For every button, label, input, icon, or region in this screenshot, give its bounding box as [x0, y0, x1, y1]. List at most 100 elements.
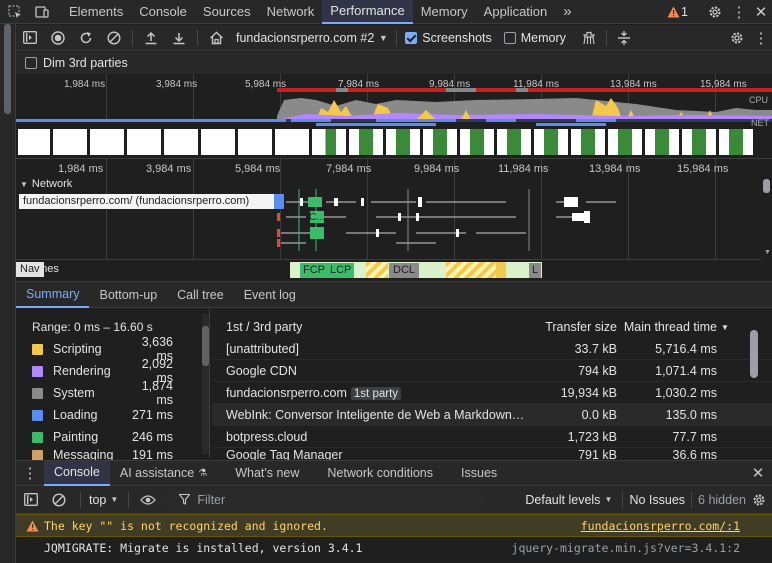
tab-bottom-up[interactable]: Bottom-up — [89, 282, 167, 308]
console-log-message[interactable]: JQMIGRATE: Migrate is installed, version… — [16, 537, 772, 559]
warning-icon[interactable] — [665, 6, 681, 18]
screenshot-frame[interactable] — [571, 129, 605, 155]
screenshot-frame[interactable] — [349, 129, 383, 155]
more-options-icon[interactable]: ⋮ — [750, 29, 772, 47]
warning-source-link[interactable]: fundacionsrperro.com/:1 — [581, 519, 740, 533]
table-row[interactable]: fundacionsrperro.com 1st party 19,934 kB … — [212, 382, 772, 404]
screenshot-frame[interactable] — [90, 129, 124, 155]
issue-count[interactable]: 1 — [681, 5, 688, 19]
close-drawer-icon[interactable]: ✕ — [744, 464, 772, 482]
screenshot-frame[interactable] — [645, 129, 679, 155]
capture-settings-icon[interactable] — [724, 31, 750, 45]
tab-console[interactable]: Console — [131, 0, 195, 24]
dim-3rd-parties-checkbox[interactable] — [25, 57, 37, 69]
memory-label[interactable]: Memory — [521, 31, 566, 45]
timeline-overview[interactable]: 1,984 ms 3,984 ms 5,984 ms 7,984 ms 9,98… — [16, 74, 772, 158]
log-levels-dropdown[interactable]: Default levels — [525, 493, 600, 507]
reload-record-icon[interactable] — [72, 31, 100, 45]
frames-track[interactable]: FCP LCP DCL L ames Nav — [16, 259, 761, 279]
device-toolbar-icon[interactable] — [30, 0, 54, 24]
sort-desc-icon[interactable]: ▼ — [721, 323, 729, 332]
screenshot-frame[interactable] — [534, 129, 568, 155]
console-sidebar-icon[interactable] — [16, 493, 46, 506]
tab-sources[interactable]: Sources — [195, 0, 259, 24]
screenshot-frame[interactable] — [201, 129, 235, 155]
tab-summary[interactable]: Summary — [16, 282, 90, 308]
live-expression-eye-icon[interactable] — [135, 494, 161, 506]
screenshot-frame[interactable] — [460, 129, 494, 155]
toggle-sidebar-icon[interactable] — [16, 31, 44, 44]
home-icon[interactable] — [202, 31, 230, 45]
drawer-menu-icon[interactable]: ⋮ — [16, 464, 44, 482]
main-timeline[interactable]: 1,984 ms 3,984 ms 5,984 ms 7,984 ms 9,98… — [16, 158, 772, 280]
timeline-scrollbar[interactable]: ▼ — [762, 177, 771, 277]
table-row[interactable]: botpress.cloud 1,723 kB 77.7 ms — [212, 426, 772, 448]
tab-network[interactable]: Network — [259, 0, 323, 24]
inspect-element-icon[interactable] — [0, 0, 30, 24]
more-tabs-button[interactable]: » — [555, 0, 579, 24]
screenshot-frame[interactable] — [53, 129, 87, 155]
table-row[interactable]: Google Tag Manager 791 kB 36.6 ms — [212, 448, 772, 460]
tab-ai-assistance[interactable]: AI assistance ⚗ — [110, 461, 217, 486]
tab-issues[interactable]: Issues — [451, 461, 507, 486]
log-source-link[interactable]: jquery-migrate.min.js?ver=3.4.1:2 — [512, 541, 740, 555]
collapse-tracks-icon[interactable] — [611, 30, 637, 46]
table-row[interactable]: [unattributed] 33.7 kB 5,716.4 ms — [212, 338, 772, 360]
screenshot-frame[interactable] — [497, 129, 531, 155]
screenshot-frame[interactable] — [719, 129, 753, 155]
screenshots-label[interactable]: Screenshots — [422, 31, 491, 45]
context-selector[interactable]: top — [89, 493, 106, 507]
lcp-marker[interactable]: LCP — [327, 263, 355, 278]
screenshot-frame[interactable] — [18, 129, 50, 155]
tab-drawer-console[interactable]: Console — [44, 460, 110, 486]
download-icon[interactable] — [165, 31, 193, 45]
close-devtools-icon[interactable]: ✕ — [750, 3, 772, 21]
screenshot-frame[interactable] — [164, 129, 198, 155]
screenshot-frame[interactable] — [386, 129, 420, 155]
load-marker[interactable]: L — [529, 263, 542, 278]
dim-3rd-parties-label[interactable]: Dim 3rd parties — [43, 56, 128, 70]
record-icon[interactable] — [44, 30, 72, 45]
tab-elements[interactable]: Elements — [61, 0, 131, 24]
filter-input[interactable]: Filter — [167, 489, 488, 510]
column-header-transfer[interactable]: Transfer size — [527, 320, 617, 334]
chevron-down-icon[interactable]: ▼ — [374, 33, 392, 43]
table-row[interactable]: WebInk: Conversor Inteligente de Web a M… — [212, 404, 772, 426]
screenshot-filmstrip[interactable] — [18, 129, 772, 155]
settings-icon[interactable] — [702, 5, 728, 19]
column-header-party[interactable]: 1st / 3rd party — [212, 320, 527, 334]
screenshot-frame[interactable] — [682, 129, 716, 155]
summary-scrollbar[interactable] — [202, 314, 209, 454]
tab-performance[interactable]: Performance — [322, 0, 413, 24]
tab-call-tree[interactable]: Call tree — [167, 282, 234, 308]
console-warning-message[interactable]: The key "" is not recognized and ignored… — [16, 514, 772, 537]
tab-application[interactable]: Application — [476, 0, 556, 24]
recording-selector[interactable]: fundacionsrperro.com #2 — [236, 31, 374, 45]
tab-whats-new[interactable]: What's new — [225, 461, 309, 486]
column-header-main-thread[interactable]: Main thread time — [617, 320, 717, 334]
clear-console-icon[interactable] — [46, 492, 72, 507]
screenshots-checkbox[interactable] — [405, 31, 418, 44]
dcl-marker[interactable]: DCL — [389, 263, 420, 278]
screenshot-frame[interactable] — [275, 129, 309, 155]
tab-network-conditions[interactable]: Network conditions — [317, 461, 443, 486]
issues-counter[interactable]: No Issues — [629, 493, 685, 507]
fcp-marker[interactable]: FCP — [300, 263, 328, 278]
screenshot-frame[interactable] — [608, 129, 642, 155]
tab-event-log[interactable]: Event log — [234, 282, 306, 308]
table-row[interactable]: Google CDN 794 kB 1,071.4 ms — [212, 360, 772, 382]
screenshot-frame[interactable] — [423, 129, 457, 155]
more-options-icon[interactable]: ⋮ — [728, 3, 750, 21]
upload-icon[interactable] — [137, 31, 165, 45]
scrollbar-thumb[interactable] — [4, 24, 11, 114]
chevron-down-icon[interactable]: ▼ — [600, 495, 616, 504]
table-scrollbar[interactable] — [750, 328, 758, 456]
screenshot-frame[interactable] — [312, 129, 346, 155]
expand-triangle-icon[interactable]: ▼ — [20, 180, 28, 189]
tab-memory[interactable]: Memory — [413, 0, 476, 24]
chevron-down-icon[interactable]: ▼ — [106, 495, 122, 504]
garbage-collect-icon[interactable] — [576, 31, 602, 45]
screenshot-frame[interactable] — [238, 129, 272, 155]
memory-checkbox[interactable] — [503, 31, 516, 44]
console-settings-icon[interactable] — [746, 493, 772, 507]
